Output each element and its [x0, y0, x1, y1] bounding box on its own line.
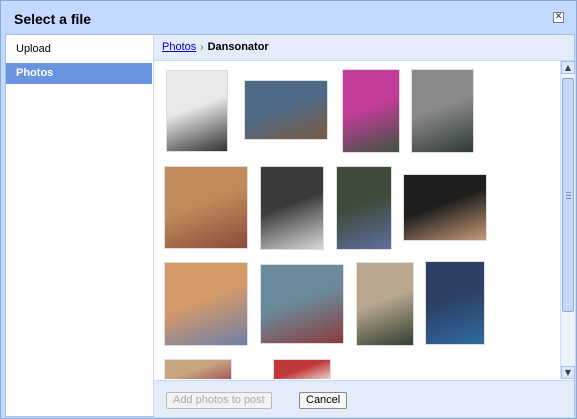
breadcrumb: Photos › Dansonator [154, 35, 574, 61]
dialog-titlebar: Select a file ✕ [1, 1, 576, 34]
photo-thumbnail[interactable] [403, 174, 487, 241]
photo-thumbnail[interactable] [260, 264, 344, 344]
breadcrumb-separator: › [200, 42, 204, 53]
vertical-scrollbar[interactable]: ▲ ▼ [560, 61, 575, 379]
dialog-body: Upload Photos Photos › Dansonator ▲ ▼ Ad… [5, 34, 575, 417]
dialog-footer: Add photos to post Cancel [154, 380, 574, 417]
breadcrumb-photos-link[interactable]: Photos [162, 41, 196, 53]
sidebar-item-upload[interactable]: Upload [6, 39, 152, 60]
photo-thumbnail[interactable] [164, 262, 248, 346]
scroll-down-icon[interactable]: ▼ [561, 366, 575, 379]
cancel-button[interactable]: Cancel [299, 392, 348, 409]
photo-thumbnail[interactable] [336, 166, 392, 250]
photo-thumbnail[interactable] [164, 359, 232, 379]
photo-thumbnail[interactable] [164, 166, 248, 249]
select-file-dialog: Select a file ✕ Upload Photos Photos › Dan… [0, 0, 577, 419]
scroll-up-icon[interactable]: ▲ [561, 61, 575, 74]
photo-thumbnail[interactable] [260, 166, 324, 250]
photo-thumbnail[interactable] [411, 69, 474, 153]
photo-thumbnail[interactable] [356, 262, 414, 346]
close-icon[interactable]: ✕ [553, 12, 564, 23]
photo-thumbnail[interactable] [244, 80, 328, 140]
photo-thumbnail[interactable] [273, 359, 331, 379]
photo-thumbnail[interactable] [342, 69, 400, 153]
photo-thumbnail[interactable] [166, 70, 228, 152]
sidebar-item-photos[interactable]: Photos [6, 63, 152, 84]
dialog-title: Select a file [14, 11, 92, 27]
photo-thumbnail[interactable] [425, 261, 485, 345]
add-photos-button[interactable]: Add photos to post [166, 392, 272, 409]
sidebar: Upload Photos [6, 35, 154, 416]
scrollbar-thumb[interactable] [562, 78, 574, 312]
photo-grid [154, 61, 558, 379]
breadcrumb-current: Dansonator [207, 41, 269, 53]
